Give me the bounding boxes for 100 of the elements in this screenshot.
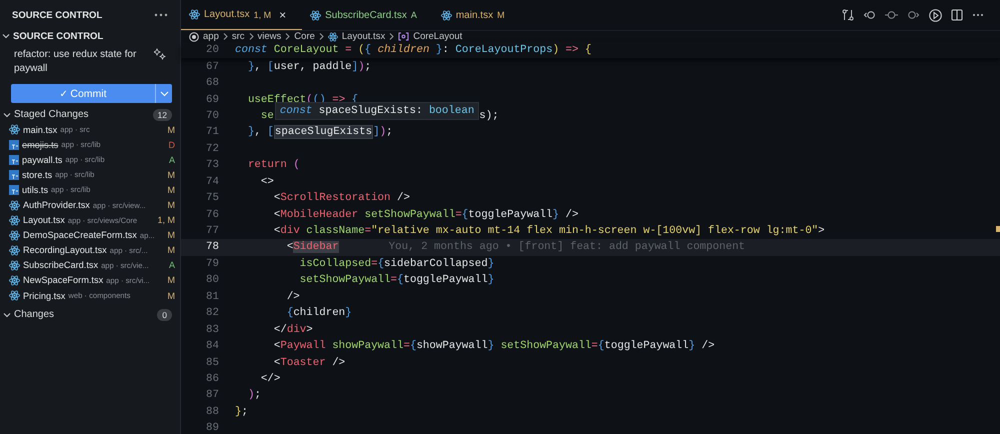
breadcrumb-item[interactable]: app xyxy=(203,31,219,42)
code-token: "relative mx-auto mt-14 flex min-h-screen w-[100vw] flex-row lg:mt-0" xyxy=(371,225,818,238)
file-name[interactable]: Layout.tsx xyxy=(23,215,65,226)
file-type-icon xyxy=(9,184,19,195)
code-token: isCollapsed xyxy=(300,258,372,270)
code-token: </ xyxy=(274,324,287,336)
code-token: <> xyxy=(260,176,274,188)
file-name[interactable]: utils.ts xyxy=(22,184,48,195)
line-number: 73 xyxy=(205,159,220,172)
code-token: } xyxy=(688,340,696,352)
file-name[interactable]: AuthProvider.tsx xyxy=(23,200,90,210)
atom-icon xyxy=(9,124,20,136)
code-token: = xyxy=(364,225,372,238)
code-token: [ xyxy=(267,60,274,73)
breadcrumb-item[interactable]: Layout.tsx xyxy=(342,31,386,42)
line-number: 69 xyxy=(205,94,220,106)
chevron-icon[interactable] xyxy=(3,110,11,118)
compare-changes-icon[interactable] xyxy=(842,9,854,21)
chevron-icon xyxy=(248,33,254,40)
breadcrumb-item[interactable]: views xyxy=(258,31,282,42)
code-token: { xyxy=(378,258,384,270)
line-number: 77 xyxy=(205,225,220,238)
file-name[interactable]: SubscribeCard.tsx xyxy=(23,260,98,270)
code-token: < xyxy=(274,208,280,221)
tab-title: Layout.tsx xyxy=(204,9,250,20)
chevron-icon[interactable] xyxy=(2,32,10,40)
blame-annotation: You, 2 months ago • [front] feat: add paywall component xyxy=(388,241,746,254)
commit-dropdown-button[interactable] xyxy=(155,84,172,103)
group-label[interactable]: Staged Changes xyxy=(14,109,150,120)
file-name[interactable]: RecordingLayout.tsx xyxy=(23,245,107,256)
editor-tab[interactable]: main.tsx M xyxy=(432,0,521,30)
file-name[interactable]: DemoSpaceCreateForm.tsx xyxy=(23,230,137,240)
code-token: ) xyxy=(380,126,386,138)
code-token: } xyxy=(248,60,254,73)
section-title[interactable]: SOURCE CONTROL xyxy=(13,30,104,42)
line-number: 83 xyxy=(205,324,220,336)
code-token: < xyxy=(274,192,280,204)
next-change-icon[interactable] xyxy=(907,10,920,20)
code-token: } xyxy=(488,274,494,286)
code-token: div xyxy=(280,225,301,238)
tab-status: A xyxy=(410,10,417,20)
code-token: s); xyxy=(479,110,499,122)
file-name[interactable]: Pricing.tsx xyxy=(23,290,66,301)
file-name[interactable]: paywall.ts xyxy=(22,154,62,165)
code-token: children xyxy=(293,307,346,320)
code-token: } xyxy=(552,208,559,221)
code-token: togglePaywall xyxy=(403,274,488,286)
editor-tab[interactable]: SubscribeCard.tsx A xyxy=(302,0,433,30)
code-token: se xyxy=(260,110,274,122)
code-token: } xyxy=(488,340,496,352)
status-letter: A xyxy=(168,154,175,165)
status-letter: M xyxy=(168,245,175,256)
code-token: < xyxy=(286,241,294,254)
file-name[interactable]: NewSpaceForm.tsx xyxy=(23,275,104,286)
tab-title: main.tsx xyxy=(456,10,494,20)
code-token: sidebarCollapsed xyxy=(384,258,488,270)
group-label[interactable]: Changes xyxy=(14,309,154,320)
chevron-icon xyxy=(318,33,324,40)
play-circle-icon[interactable] xyxy=(929,8,942,22)
symbol-icon xyxy=(398,32,410,41)
more-icon[interactable] xyxy=(154,13,168,17)
line-number: 70 xyxy=(205,110,220,122)
code-token: } xyxy=(488,258,494,270)
more-icon[interactable] xyxy=(972,13,984,17)
line-number: 88 xyxy=(205,406,220,418)
line-number: 82 xyxy=(205,307,220,320)
panel-title: SOURCE CONTROL xyxy=(12,10,102,20)
code-token: /> xyxy=(700,340,715,352)
sparkle-icon[interactable] xyxy=(154,48,166,60)
code-token: , xyxy=(254,126,262,138)
caret-icon[interactable] xyxy=(160,91,168,96)
count-badge: 0 xyxy=(157,308,172,321)
file-type-icon xyxy=(9,154,19,165)
scrollbar-marker xyxy=(996,226,1000,232)
previous-change-icon[interactable] xyxy=(863,10,876,20)
code-token: /> xyxy=(331,356,346,369)
breadcrumb-item[interactable]: CoreLayout xyxy=(413,31,462,42)
atom-icon xyxy=(9,274,20,286)
status-letter: M xyxy=(168,200,175,210)
breadcrumb-item[interactable]: Core xyxy=(294,31,315,42)
status-letter: A xyxy=(168,260,175,270)
chevron-icon[interactable] xyxy=(3,310,11,319)
file-name[interactable]: store.ts xyxy=(22,170,52,180)
code-token: ScrollRestoration xyxy=(280,192,391,204)
breadcrumb-item[interactable]: src xyxy=(232,31,245,42)
commit-message-field[interactable]: refactor: use redux state for paywall xyxy=(11,45,172,79)
code-token: Toaster xyxy=(280,356,326,369)
code-token: return xyxy=(248,159,288,172)
code-token: ; xyxy=(241,406,248,418)
close-button[interactable]: × xyxy=(279,8,286,22)
code-token: Paywall xyxy=(280,340,327,352)
atom-icon xyxy=(9,214,20,226)
commit-node-icon[interactable] xyxy=(885,10,898,20)
file-name[interactable]: emojis.ts xyxy=(22,140,58,150)
file-name[interactable]: main.tsx xyxy=(23,124,58,135)
atom-icon xyxy=(9,260,20,271)
tab-status: M xyxy=(497,10,505,20)
split-editor-icon[interactable] xyxy=(951,9,963,21)
line-number: 79 xyxy=(205,258,220,270)
status-letter: 1, M xyxy=(157,215,175,226)
